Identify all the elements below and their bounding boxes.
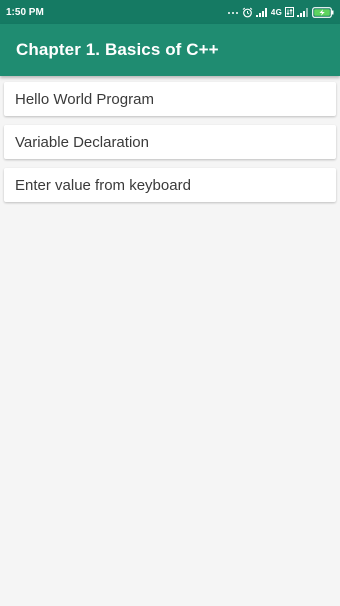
list-item-variable-declaration[interactable]: Variable Declaration — [4, 125, 336, 159]
app-bar: Chapter 1. Basics of C++ — [0, 24, 340, 76]
list-item-label: Enter value from keyboard — [15, 176, 191, 194]
signal-strength-icon — [255, 7, 268, 17]
more-dots-icon — [227, 9, 239, 15]
signal-strength-2-icon — [297, 7, 309, 17]
list-item-enter-value-from-keyboard[interactable]: Enter value from keyboard — [4, 168, 336, 202]
alarm-clock-icon — [242, 7, 253, 18]
status-icons: 4G — [227, 6, 334, 18]
data-transfer-icon — [285, 7, 294, 17]
lesson-list: Hello World Program Variable Declaration… — [4, 82, 336, 211]
network-type-label: 4G — [270, 7, 282, 17]
page-title: Chapter 1. Basics of C++ — [16, 40, 219, 59]
status-left: 1:50 PM — [6, 7, 44, 18]
status-time: 1:50 PM — [6, 6, 44, 18]
status-bar: 1:50 PM 4G — [0, 0, 340, 24]
list-item-label: Variable Declaration — [15, 133, 149, 151]
battery-charging-icon — [312, 6, 334, 18]
list-item-hello-world-program[interactable]: Hello World Program — [4, 82, 336, 116]
list-item-label: Hello World Program — [15, 90, 154, 108]
